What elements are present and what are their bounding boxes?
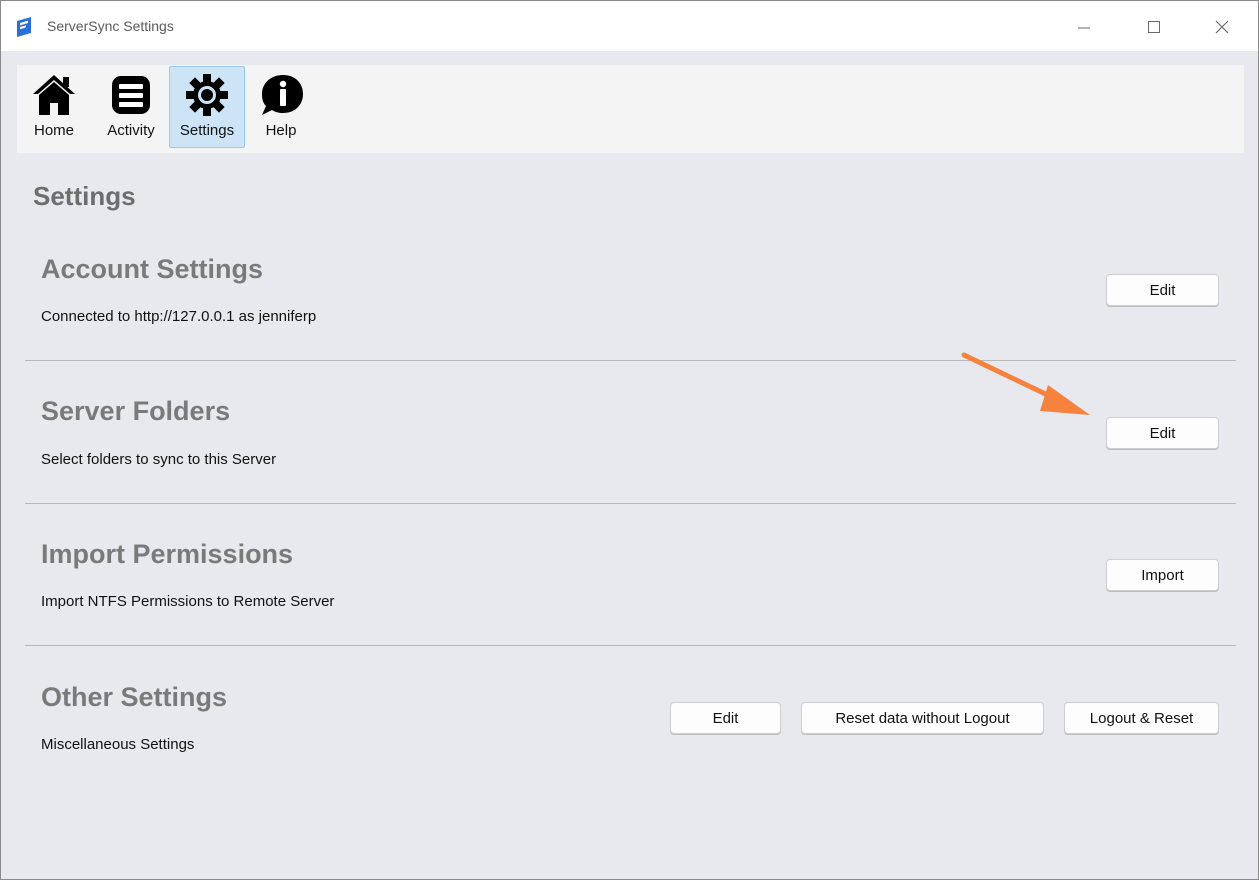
window-title: ServerSync Settings [47,18,174,34]
toolbar-activity-button[interactable]: Activity [97,66,165,148]
toolbar-home-label: Home [33,122,74,139]
app-logo-icon [17,17,31,37]
toolbar-home-button[interactable]: Home [23,66,85,148]
list-icon [112,76,150,114]
maximize-button[interactable] [1131,9,1177,45]
toolbar-activity-label: Activity [107,122,155,139]
other-settings-description: Miscellaneous Settings [41,736,195,753]
other-edit-button[interactable]: Edit [670,702,781,734]
app-window: ServerSync Settings Home Activity Settin… [0,0,1259,880]
gear-icon [186,74,228,116]
reset-data-button[interactable]: Reset data without Logout [801,702,1044,734]
minimize-button[interactable] [1061,9,1107,45]
import-permissions-title: Import Permissions [41,539,294,569]
section-divider [25,645,1236,646]
title-bar: ServerSync Settings [1,1,1258,51]
server-folders-edit-button[interactable]: Edit [1106,417,1219,449]
toolbar-settings-label: Settings [179,122,235,139]
close-button[interactable] [1199,9,1245,45]
annotation-arrow-icon [961,352,1090,415]
toolbar-help-button[interactable]: Help [251,66,311,148]
toolbar-help-label: Help [265,122,297,139]
close-icon [1215,20,1229,34]
minimize-icon [1078,27,1090,29]
account-edit-button[interactable]: Edit [1106,274,1219,306]
page-title: Settings [33,181,136,211]
account-settings-title: Account Settings [41,254,264,284]
account-settings-description: Connected to http://127.0.0.1 as jennife… [41,308,317,325]
main-toolbar: Home Activity Settings Help [17,65,1244,153]
server-folders-title: Server Folders [41,396,231,426]
section-divider [25,503,1236,504]
server-folders-description: Select folders to sync to this Server [41,451,277,468]
maximize-icon [1148,21,1160,33]
logout-reset-button[interactable]: Logout & Reset [1064,702,1219,734]
info-bubble-icon [262,75,303,115]
import-button[interactable]: Import [1106,559,1219,591]
import-permissions-description: Import NTFS Permissions to Remote Server [41,593,335,610]
home-icon [33,75,75,115]
toolbar-settings-button[interactable]: Settings [169,66,245,148]
other-settings-title: Other Settings [41,682,228,712]
